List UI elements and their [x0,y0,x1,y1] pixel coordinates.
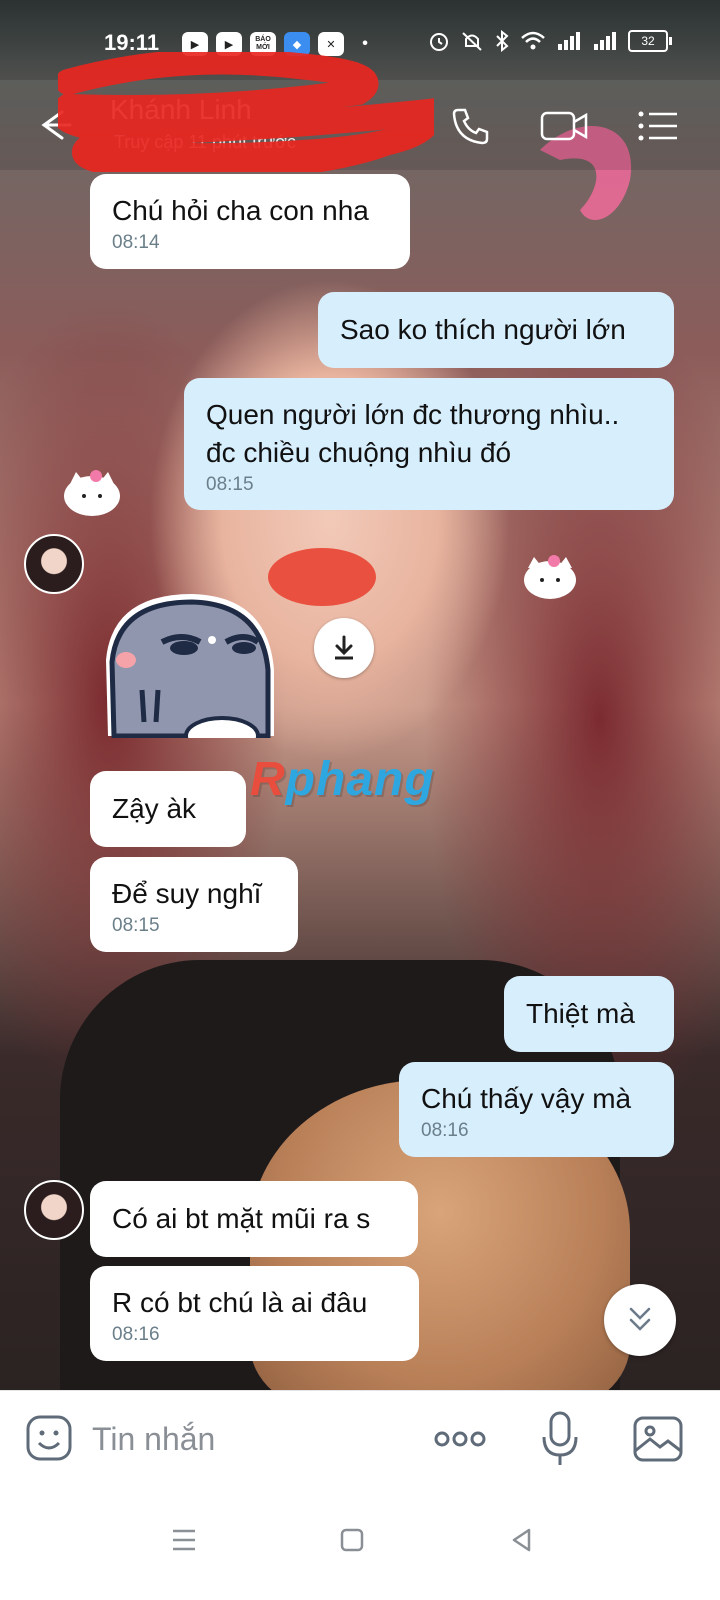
message-bubble-incoming[interactable]: Có ai bt mặt mũi ra s [90,1181,418,1257]
smiley-sticker-icon [26,1415,72,1461]
chat-options-button[interactable] [630,98,686,154]
baomoi-notification-icon: BÁO MỚI [250,32,276,56]
wallpaper-detail [268,548,376,606]
message-input[interactable] [90,1415,394,1463]
message-text: Có ai bt mặt mũi ra s [112,1203,371,1234]
download-icon [335,635,353,660]
back-button[interactable] [30,100,80,150]
message-bubble-outgoing[interactable]: Thiệt mà [504,976,674,1052]
battery-indicator: 32 [628,30,672,52]
system-navigation-bar [0,1486,720,1600]
contact-avatar[interactable] [24,1180,84,1240]
voice-call-button[interactable] [442,98,498,154]
microphone-icon [542,1411,578,1465]
menu-list-icon [638,111,677,141]
video-camera-icon [540,111,588,141]
scroll-to-bottom-button[interactable] [604,1284,676,1356]
download-button[interactable] [314,618,374,678]
capcut-notification-icon: ✕ [318,32,344,56]
back-arrow-icon [41,110,72,140]
send-image-button[interactable] [630,1411,686,1467]
message-text: Chú thấy vậy mà [421,1083,632,1114]
cat-sticker-icon [524,555,576,599]
message-time: 08:15 [112,915,160,936]
phone-icon [452,108,489,145]
message-bubble-incoming[interactable]: Zậy àk [90,771,246,847]
message-text: Zậy àk [112,793,197,824]
message-bubble-incoming[interactable]: R có bt chú là ai đâu 08:16 [90,1266,419,1361]
message-text: Thiệt mà [526,998,635,1029]
back-nav-button[interactable] [502,1520,542,1560]
message-bubble-outgoing[interactable]: Chú thấy vậy mà 08:16 [399,1062,674,1157]
signal-icon [594,32,616,50]
message-time: 08:16 [421,1120,469,1141]
message-bubble-outgoing[interactable]: Quen người lớn đc thương nhìu.. đc chiều… [184,378,674,510]
home-square-icon [340,1528,364,1552]
double-chevron-down-icon [629,1307,651,1331]
image-gallery-icon [633,1416,683,1462]
alarm-icon [430,33,448,51]
contact-avatar[interactable] [24,534,84,594]
signal-icon [558,32,580,50]
message-time: 08:15 [206,474,254,495]
cat-sticker-icon [64,470,120,516]
back-triangle-icon [512,1528,531,1552]
youtube-notification-icon: ▶ [216,32,242,56]
home-button[interactable] [332,1520,372,1560]
message-text: Để suy nghĩ [112,878,262,909]
wifi-icon [521,31,545,50]
watermark-text: Rphang [250,752,435,807]
message-time: 08:14 [112,232,160,253]
status-bar: 19:11 ▶ ▶ BÁO MỚI ◆ ✕ • 32 [0,0,720,80]
system-status-icons: 32 [428,30,672,52]
video-call-button[interactable] [536,98,592,154]
menu-lines-icon [173,1529,195,1551]
chat-header: Khánh Linh Truy cập 11 phút trước [0,80,720,170]
mute-icon [462,32,482,51]
contact-last-seen: Truy cập 11 phút trước [114,132,296,152]
contact-name[interactable]: Khánh Linh [110,94,252,126]
sticker-button[interactable] [24,1413,74,1463]
notification-icons: ▶ ▶ BÁO MỚI ◆ ✕ • [182,32,378,56]
bluetooth-icon [496,30,509,52]
message-composer [0,1390,720,1487]
watermark-first-letter: R [250,753,286,806]
message-bubble-incoming[interactable]: Chú hỏi cha con nha 08:14 [90,174,410,269]
message-bubble-outgoing[interactable]: Sao ko thích người lớn [318,292,674,368]
more-dot-icon: • [362,35,368,52]
message-text: Sao ko thích người lớn [340,314,626,345]
app-notification-icon: ◆ [284,32,310,56]
more-dots-icon [434,1431,486,1447]
more-options-button[interactable] [432,1421,488,1457]
sticker-message[interactable] [92,590,282,738]
message-time: 08:16 [112,1324,160,1345]
message-bubble-incoming[interactable]: Để suy nghĩ 08:15 [90,857,298,952]
message-text: R có bt chú là ai đâu [112,1287,368,1318]
message-text: Quen người lớn đc thương nhìu.. đc chiều… [206,399,620,468]
watermark-rest: phang [285,753,435,806]
youtube-notification-icon: ▶ [182,32,208,56]
voice-message-button[interactable] [538,1409,582,1469]
status-time: 19:11 [104,30,160,55]
recent-apps-button[interactable] [164,1520,204,1560]
message-text: Chú hỏi cha con nha [112,195,369,226]
